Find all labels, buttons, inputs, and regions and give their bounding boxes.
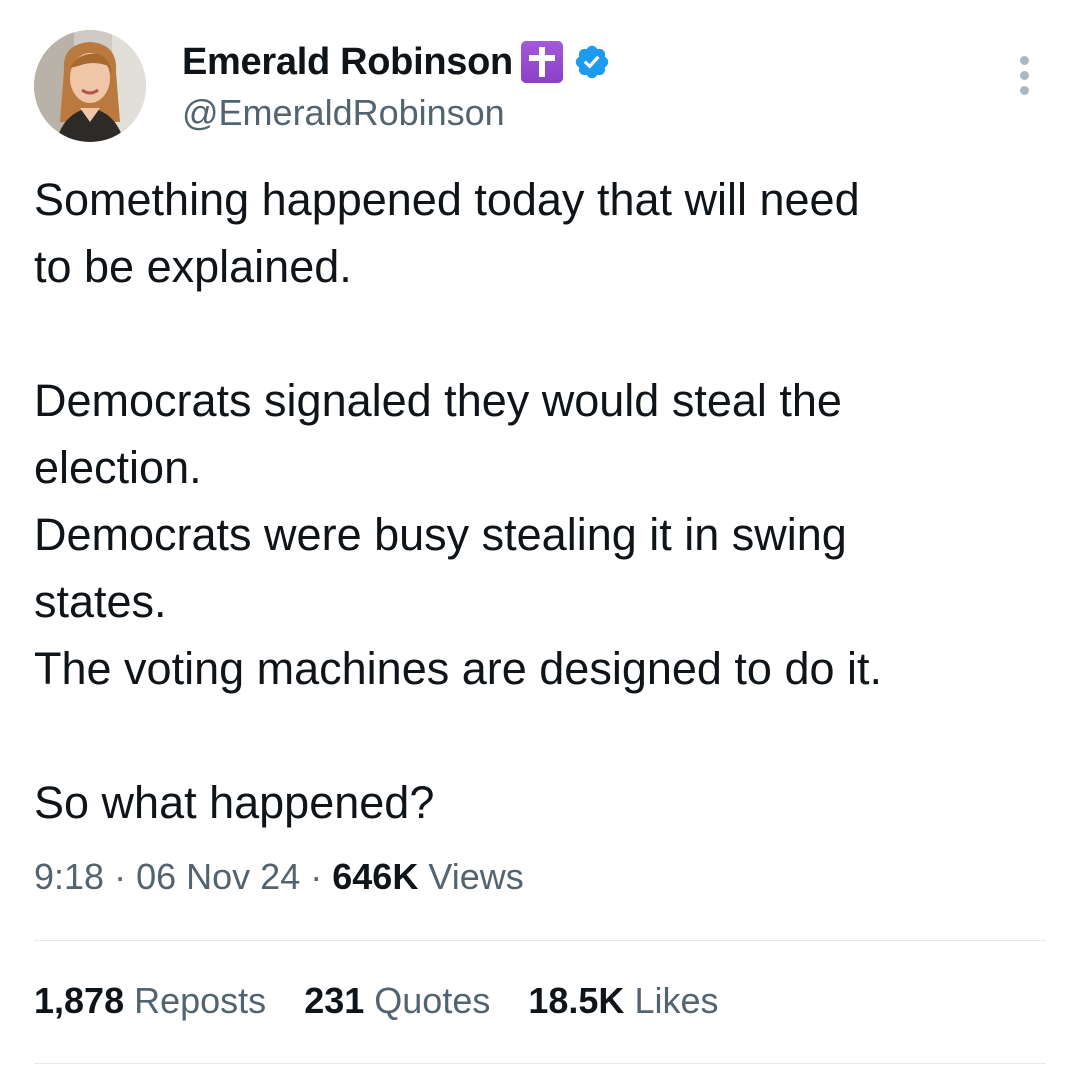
views-label: Views [428, 856, 524, 897]
tweet-line: to be explained. [34, 241, 352, 292]
tweet-line: The voting machines are designed to do i… [34, 643, 883, 694]
reposts-count: 1,878 [34, 980, 125, 1021]
meta-separator: · [114, 856, 127, 897]
handle[interactable]: @EmeraldRobinson [182, 92, 611, 134]
likes-count: 18.5K [528, 980, 625, 1021]
tweet-date[interactable]: 06 Nov 24 [136, 856, 300, 897]
tweet-line-blank [34, 702, 1046, 769]
engagement-stats: 1,878 Reposts 231 Quotes 18.5K Likes [34, 980, 757, 1022]
likes-label: Likes [634, 980, 719, 1021]
latin-cross-emoji-icon [520, 41, 563, 83]
views-count: 646K [332, 856, 419, 897]
divider [34, 1063, 1046, 1064]
quotes-stat[interactable]: 231 Quotes [304, 980, 490, 1022]
likes-stat[interactable]: 18.5K Likes [528, 980, 718, 1022]
display-name[interactable]: Emerald Robinson [182, 41, 513, 84]
tweet-line: Something happened today that will need [34, 174, 860, 225]
more-options-icon[interactable] [1012, 56, 1036, 100]
tweet-line: So what happened? [34, 777, 435, 828]
tweet-text: Something happened today that will need … [34, 166, 1046, 836]
author-info: Emerald Robinson @EmeraldRobinson [182, 38, 611, 134]
quotes-count: 231 [304, 980, 365, 1021]
name-row: Emerald Robinson [182, 38, 611, 86]
quotes-label: Quotes [374, 980, 491, 1021]
avatar[interactable] [34, 30, 146, 142]
reposts-label: Reposts [134, 980, 267, 1021]
verified-badge-icon [575, 45, 609, 79]
meta-separator: · [310, 856, 323, 897]
reposts-stat[interactable]: 1,878 Reposts [34, 980, 266, 1022]
tweet-time[interactable]: 9:18 [34, 856, 104, 897]
tweet-line-blank [34, 300, 1046, 367]
divider [34, 940, 1046, 941]
tweet-line: election. [34, 442, 202, 493]
tweet-line: Democrats signaled they would steal the [34, 375, 842, 426]
tweet-line: Democrats were busy stealing it in swing [34, 509, 847, 560]
tweet-line: states. [34, 576, 167, 627]
tweet-header: Emerald Robinson @EmeraldRobinson [34, 30, 1046, 142]
tweet-meta: 9:18 · 06 Nov 24 · 646K Views [34, 856, 524, 898]
